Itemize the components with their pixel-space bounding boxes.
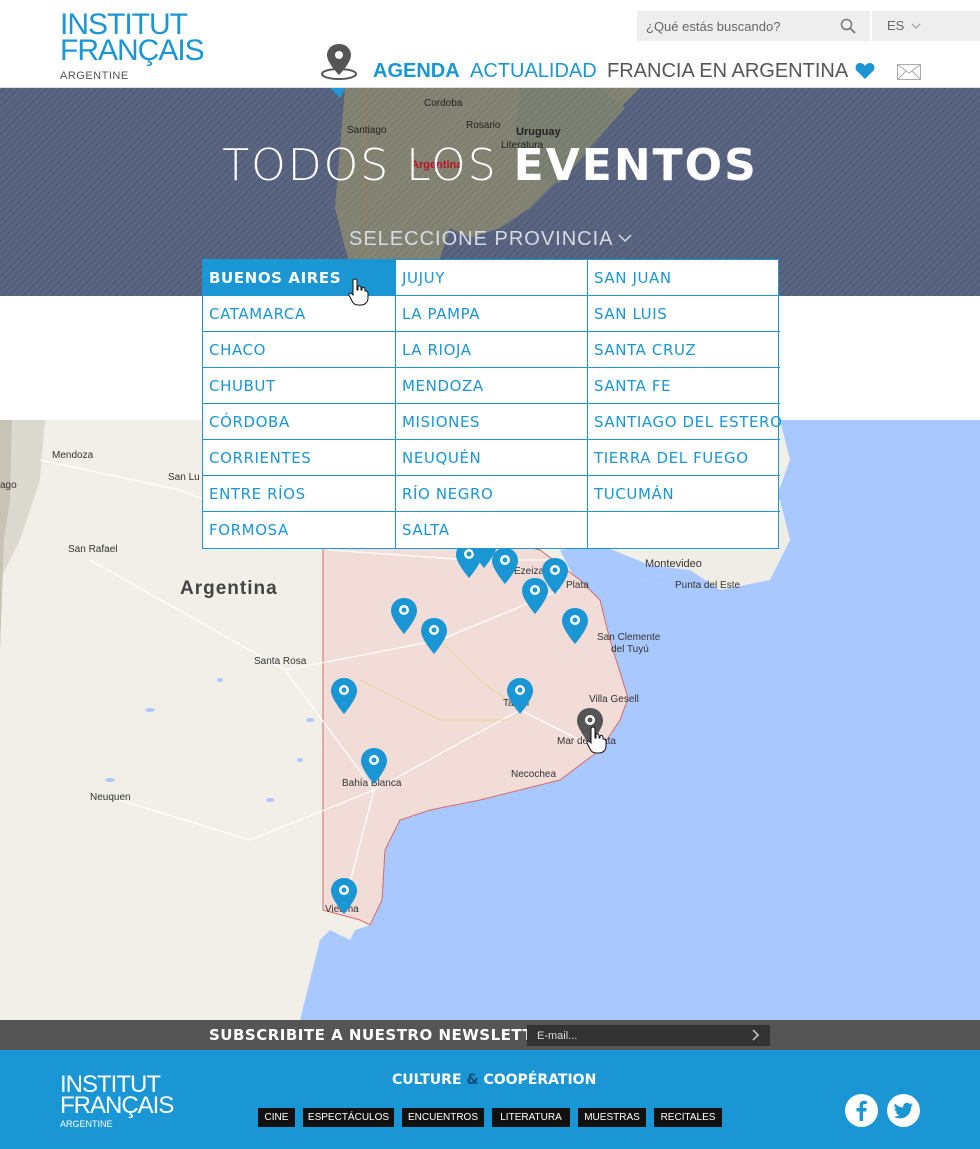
map-label-ezeiza: Ezeiza: [514, 566, 545, 577]
cooperation-text: COOPÉRATION: [478, 1072, 597, 1088]
page: INSTITUT FRANÇAIS ARGENTINE ES AGENDA: [0, 0, 980, 1149]
province-dropdown: BUENOS AIRES JUJUY SAN JUAN CATAMARCA LA PAM…: [202, 259, 782, 549]
tag-recitales[interactable]: RECITALES: [654, 1108, 722, 1127]
tag-literatura[interactable]: LITERATURA: [492, 1108, 570, 1127]
newsletter-email-input[interactable]: [527, 1025, 770, 1046]
mail-icon[interactable]: [897, 64, 921, 80]
map-label-chile-partial: ago: [0, 480, 17, 491]
province-option-santa-fe[interactable]: SANTA FE: [588, 368, 780, 404]
province-option-la-pampa[interactable]: LA PAMPA: [396, 296, 588, 332]
map-pin-icon[interactable]: [331, 678, 357, 714]
culture-ampersand: &: [466, 1072, 479, 1088]
province-option-santiago-del-estero[interactable]: SANTIAGO DEL ESTERO: [588, 404, 782, 440]
map-pin-icon[interactable]: [507, 678, 533, 714]
page-title-bold: EVENTOS: [513, 140, 758, 191]
map-label-san-clemente: San Clemente: [597, 632, 661, 643]
search-icon[interactable]: [840, 18, 856, 34]
nav-actualidad[interactable]: ACTUALIDAD: [470, 60, 597, 83]
map-pin-icon[interactable]: [421, 618, 447, 654]
map-pin-icon[interactable]: [331, 878, 357, 914]
province-option-tierra-del-fuego[interactable]: TIERRA DEL FUEGO: [588, 440, 780, 476]
map-label-villa-gesell: Villa Gesell: [589, 694, 639, 705]
map-label-san-luis: San Lu: [168, 472, 200, 483]
province-option-santa-cruz[interactable]: SANTA CRUZ: [588, 332, 780, 368]
footer-logo[interactable]: INSTITUT FRANÇAIS ARGENTINE: [60, 1073, 174, 1130]
map-label-necochea: Necochea: [511, 769, 557, 780]
map-pin-icon[interactable]: [361, 748, 387, 784]
province-option-neuquen[interactable]: NEUQUÉN: [396, 440, 588, 476]
map-pin-icon[interactable]: [391, 598, 417, 634]
province-option-chaco[interactable]: CHACO: [203, 332, 396, 368]
map-label-punta-del-este: Punta del Este: [675, 580, 741, 591]
province-option-san-luis[interactable]: SAN LUIS: [588, 296, 780, 332]
nav-agenda[interactable]: AGENDA: [373, 60, 460, 83]
chevron-right-icon[interactable]: [752, 1029, 760, 1041]
footer-logo-line3: ARGENTINE: [60, 1119, 113, 1129]
province-option-empty: [588, 512, 780, 548]
nav-francia-en-argentina[interactable]: FRANCIA EN ARGENTINA: [607, 60, 848, 83]
map-pin-icon[interactable]: [562, 608, 588, 644]
map-label-argentina: Argentina: [180, 578, 278, 599]
language-selector[interactable]: ES: [872, 11, 980, 41]
tag-encuentros[interactable]: ENCUENTROS: [402, 1108, 484, 1127]
language-value: ES: [887, 18, 905, 33]
page-title: TODOS LOS EVENTOS: [0, 140, 980, 191]
newsletter-label: SUBSCRIBITE A NUESTRO NEWSLETTER: [209, 1026, 557, 1044]
province-option-san-juan[interactable]: SAN JUAN: [588, 260, 780, 296]
province-option-cordoba[interactable]: CÓRDOBA: [203, 404, 396, 440]
province-option-misiones[interactable]: MISIONES: [396, 404, 588, 440]
footer-logo-line2: FRANÇAIS: [60, 1092, 174, 1119]
map-label-santa-rosa: Santa Rosa: [254, 656, 307, 667]
province-option-jujuy[interactable]: JUJUY: [396, 260, 588, 296]
map-label-neuquen: Neuquen: [90, 792, 131, 803]
logo-line2: FRANÇAIS: [60, 34, 205, 67]
map-label-mendoza: Mendoza: [52, 450, 94, 461]
province-option-buenos-aires[interactable]: BUENOS AIRES: [203, 260, 396, 306]
institut-francais-logo[interactable]: INSTITUT FRANÇAIS ARGENTINE: [60, 10, 205, 83]
province-option-salta[interactable]: SALTA: [396, 512, 588, 548]
culture-text: CULTURE: [392, 1072, 467, 1088]
search-input[interactable]: [637, 11, 827, 41]
province-option-tucuman[interactable]: TUCUMÁN: [588, 476, 780, 512]
map-pin-icon[interactable]: [492, 548, 518, 584]
map-label-san-rafael: San Rafael: [68, 544, 118, 555]
twitter-icon[interactable]: [887, 1094, 920, 1127]
map-label-del-tuyu: del Tuyú: [611, 644, 649, 655]
hero-map-label-santiago: Santiago: [347, 125, 387, 136]
tag-cine[interactable]: CINE: [258, 1108, 295, 1127]
facebook-icon[interactable]: [845, 1094, 878, 1127]
map-label-la-plata: Plata: [566, 580, 589, 591]
hero-map-label-cordoba: Cordoba: [424, 98, 463, 109]
site-header: INSTITUT FRANÇAIS ARGENTINE ES AGENDA: [0, 0, 980, 88]
province-option-corrientes[interactable]: CORRIENTES: [203, 440, 396, 476]
province-option-la-rioja[interactable]: LA RIOJA: [396, 332, 588, 368]
province-option-formosa[interactable]: FORMOSA: [203, 512, 396, 548]
map-label-montevideo: Montevideo: [645, 558, 702, 570]
tag-muestras[interactable]: MUESTRAS: [578, 1108, 646, 1127]
heart-icon[interactable]: [855, 62, 875, 80]
tag-espectaculos[interactable]: ESPECTÁCULOS: [303, 1108, 394, 1127]
hero-map-label-rosario: Rosario: [466, 120, 501, 131]
map-pin-icon: [321, 44, 357, 80]
chevron-down-icon: [911, 23, 921, 29]
site-footer: INSTITUT FRANÇAIS ARGENTINE CULTURE & CO…: [0, 1050, 980, 1149]
search-box: [637, 11, 870, 41]
culture-cooperation-heading: CULTURE & COOPÉRATION: [392, 1072, 596, 1088]
page-title-light: TODOS LOS: [222, 140, 514, 191]
hero-map-label-uruguay: Uruguay: [516, 126, 561, 138]
hand-cursor-icon: [586, 726, 607, 754]
chevron-down-icon[interactable]: [618, 234, 632, 243]
province-select-label[interactable]: SELECCIONE PROVINCIA: [349, 228, 614, 251]
province-option-rio-negro[interactable]: RÍO NEGRO: [396, 476, 588, 512]
province-option-catamarca[interactable]: CATAMARCA: [203, 296, 396, 332]
logo-line3: ARGENTINE: [60, 70, 129, 82]
province-option-chubut[interactable]: CHUBUT: [203, 368, 396, 404]
province-option-entre-rios[interactable]: ENTRE RÍOS: [203, 476, 396, 512]
map-pin-icon[interactable]: [522, 578, 548, 614]
province-option-mendoza[interactable]: MENDOZA: [396, 368, 588, 404]
newsletter-bar: SUBSCRIBITE A NUESTRO NEWSLETTER: [0, 1020, 980, 1050]
